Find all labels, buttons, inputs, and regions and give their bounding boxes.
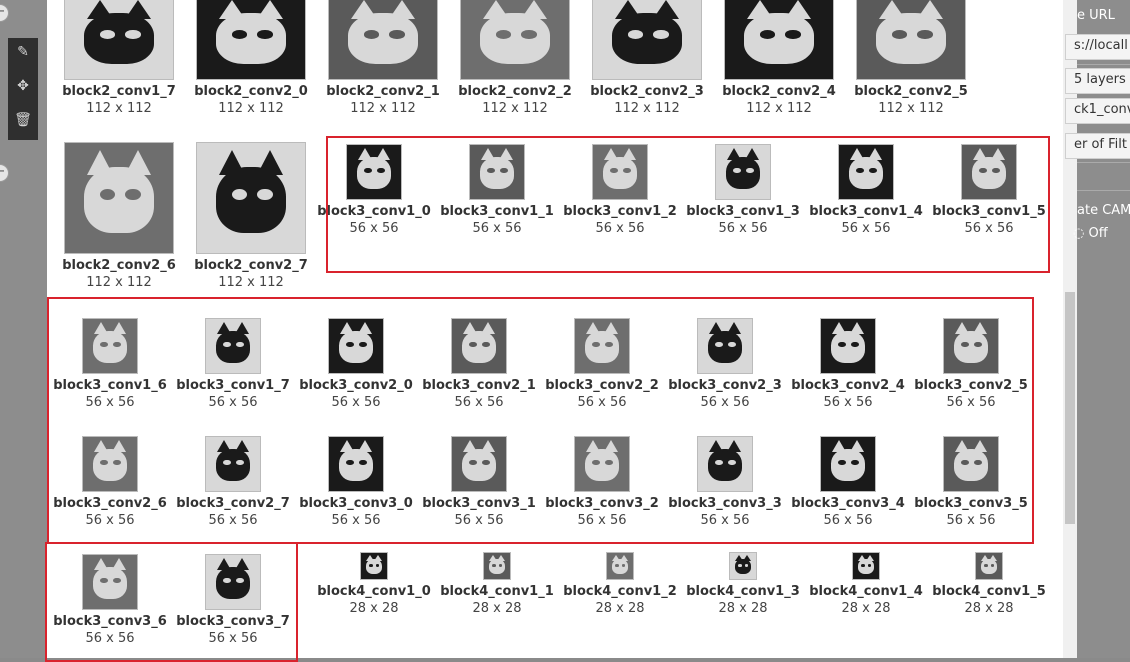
filter-size: 28 x 28 <box>964 601 1014 616</box>
filter-name: block4_conv1_0 <box>317 584 431 599</box>
collapse-icon[interactable]: − <box>0 164 9 182</box>
filter-image[interactable] <box>196 142 306 254</box>
filter-card[interactable]: block2_conv2_2 112 x 112 <box>455 0 575 116</box>
filter-visualization-panel: block2_conv1_7 112 x 112 block2_conv2_0 112… <box>45 0 1063 662</box>
filter-name: block4_conv1_2 <box>563 584 677 599</box>
highlight-box <box>45 542 298 662</box>
filter-size: 112 x 112 <box>218 101 284 116</box>
filter-size: 28 x 28 <box>841 601 891 616</box>
filter-name: block4_conv1_1 <box>440 584 554 599</box>
filter-size: 28 x 28 <box>349 601 399 616</box>
filter-name: block4_conv1_5 <box>932 584 1046 599</box>
filter-size: 112 x 112 <box>86 101 152 116</box>
filter-name: block2_conv2_6 <box>62 258 176 273</box>
filter-image[interactable] <box>483 552 511 580</box>
filter-card[interactable]: block4_conv1_1 28 x 28 <box>437 552 557 616</box>
filter-image[interactable] <box>852 552 880 580</box>
filter-card[interactable]: block4_conv1_2 28 x 28 <box>560 552 680 616</box>
layers-select[interactable]: 5 layers <box>1065 68 1130 94</box>
filter-size: 112 x 112 <box>86 275 152 290</box>
filter-image[interactable] <box>856 0 966 80</box>
filter-name: block2_conv2_2 <box>458 84 572 99</box>
filter-name: block2_conv2_0 <box>194 84 308 99</box>
image-url-field[interactable]: s://locall <box>1065 34 1130 60</box>
filter-name: block2_conv2_4 <box>722 84 836 99</box>
filter-image[interactable] <box>460 0 570 80</box>
filter-card[interactable]: block4_conv1_4 28 x 28 <box>806 552 926 616</box>
filter-size: 112 x 112 <box>614 101 680 116</box>
filter-size: 112 x 112 <box>878 101 944 116</box>
cam-off-radio[interactable]: ◌ Off <box>1073 226 1108 241</box>
filter-image[interactable] <box>729 552 757 580</box>
filter-count-field[interactable]: er of Filt <box>1065 133 1130 159</box>
trash-icon[interactable]: 🗑 <box>13 110 33 130</box>
filter-card[interactable]: block2_conv2_7 112 x 112 <box>191 142 311 290</box>
filter-image[interactable] <box>360 552 388 580</box>
filter-image[interactable] <box>328 0 438 80</box>
filter-card[interactable]: block2_conv2_6 112 x 112 <box>59 142 179 290</box>
filter-card[interactable]: block2_conv2_3 112 x 112 <box>587 0 707 116</box>
generate-cam-label: ate CAM <box>1077 203 1130 218</box>
filter-image[interactable] <box>64 0 174 80</box>
image-url-label: e URL <box>1077 8 1115 23</box>
highlight-box <box>47 297 1034 544</box>
filter-image[interactable] <box>196 0 306 80</box>
filter-size: 28 x 28 <box>595 601 645 616</box>
filter-name: block2_conv2_5 <box>854 84 968 99</box>
filter-image[interactable] <box>592 0 702 80</box>
filter-card[interactable]: block2_conv2_0 112 x 112 <box>191 0 311 116</box>
filter-size: 28 x 28 <box>472 601 522 616</box>
pencil-icon[interactable]: ✎ <box>13 42 33 62</box>
filter-card[interactable]: block4_conv1_3 28 x 28 <box>683 552 803 616</box>
move-icon[interactable]: ✥ <box>13 76 33 96</box>
filter-image[interactable] <box>724 0 834 80</box>
filter-size: 112 x 112 <box>746 101 812 116</box>
filter-name: block4_conv1_4 <box>809 584 923 599</box>
layer-name-field[interactable]: ck1_conv <box>1065 98 1130 124</box>
filter-size: 112 x 112 <box>350 101 416 116</box>
highlight-box <box>326 136 1050 273</box>
filter-size: 112 x 112 <box>218 275 284 290</box>
filter-image[interactable] <box>975 552 1003 580</box>
node-toolbar: ✎ ✥ 🗑 <box>8 38 38 140</box>
filter-name: block2_conv2_3 <box>590 84 704 99</box>
canvas-left-area: − − ✎ ✥ 🗑 <box>0 0 47 658</box>
filter-name: block2_conv1_7 <box>62 84 176 99</box>
filter-card[interactable]: block4_conv1_0 28 x 28 <box>314 552 434 616</box>
filter-name: block2_conv2_1 <box>326 84 440 99</box>
filter-name: block2_conv2_7 <box>194 258 308 273</box>
scrollbar-thumb[interactable] <box>1065 292 1075 524</box>
properties-panel: e URL s://locall 5 layers ck1_conv er of… <box>1065 0 1130 658</box>
filter-image[interactable] <box>64 142 174 254</box>
filter-card[interactable]: block2_conv2_5 112 x 112 <box>851 0 971 116</box>
filter-card[interactable]: block2_conv2_4 112 x 112 <box>719 0 839 116</box>
filter-size: 28 x 28 <box>718 601 768 616</box>
filter-card[interactable]: block2_conv1_7 112 x 112 <box>59 0 179 116</box>
filter-name: block4_conv1_3 <box>686 584 800 599</box>
filter-card[interactable]: block4_conv1_5 28 x 28 <box>929 552 1049 616</box>
filter-card[interactable]: block2_conv2_1 112 x 112 <box>323 0 443 116</box>
filter-size: 112 x 112 <box>482 101 548 116</box>
collapse-icon[interactable]: − <box>0 4 9 22</box>
filter-image[interactable] <box>606 552 634 580</box>
